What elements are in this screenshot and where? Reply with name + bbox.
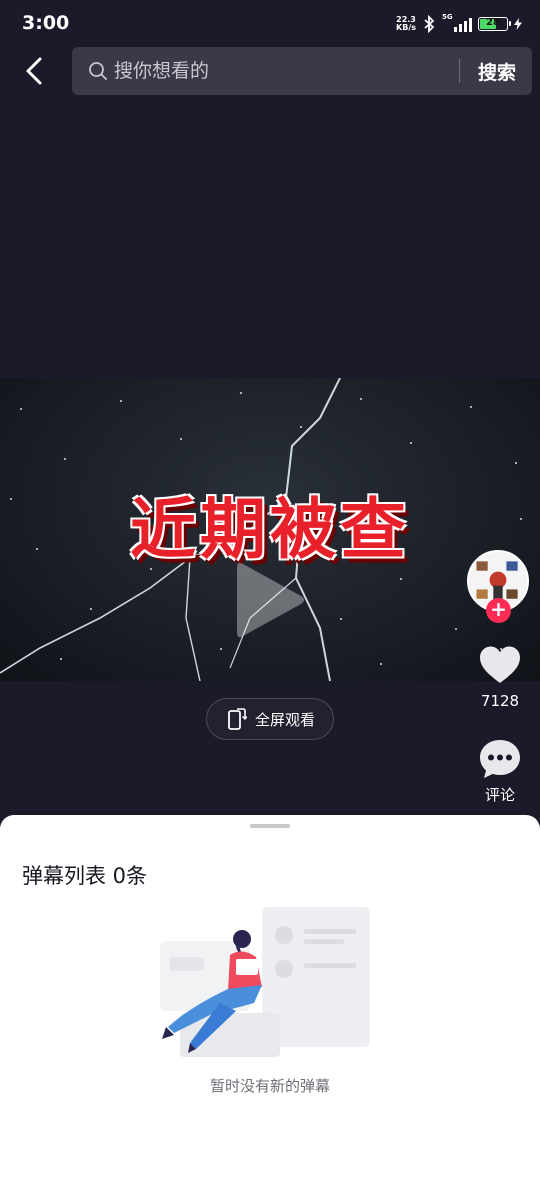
battery-icon: 28 — [478, 17, 511, 31]
search-icon — [89, 62, 107, 80]
search-button[interactable]: 搜索 — [460, 58, 532, 85]
search-input[interactable] — [114, 60, 459, 82]
comment-icon[interactable] — [478, 738, 522, 780]
fullscreen-label: 全屏观看 — [254, 710, 315, 729]
back-button[interactable] — [20, 56, 50, 86]
video-player[interactable]: 近期被查 — [0, 378, 540, 681]
status-icons: 22.3 KB/s 5G 28 — [396, 13, 522, 34]
follow-button[interactable]: + — [486, 598, 511, 623]
search-bar: 搜索 — [72, 47, 532, 95]
charging-icon — [514, 18, 522, 30]
empty-state-message: 暂时没有新的弹幕 — [209, 1077, 330, 1095]
signal-icon: 5G — [442, 13, 472, 32]
danmaku-sheet: 弹幕列表 0条 暂时没有新的弹幕 — [0, 815, 540, 1200]
like-icon[interactable] — [478, 645, 522, 685]
like-count: 7128 — [480, 692, 520, 710]
play-icon[interactable] — [233, 558, 307, 642]
bluetooth-icon — [424, 15, 435, 33]
status-bar: 3:00 22.3 KB/s 5G 28 — [0, 0, 540, 48]
danmaku-list-title: 弹幕列表 0条 — [22, 864, 148, 888]
comment-label: 评论 — [484, 786, 515, 804]
rotate-screen-icon — [228, 708, 247, 730]
empty-state-illustration — [160, 907, 370, 1057]
fullscreen-button[interactable]: 全屏观看 — [206, 698, 334, 740]
network-speed: 22.3 KB/s — [396, 15, 416, 32]
sheet-drag-handle[interactable] — [250, 824, 290, 828]
status-time: 3:00 — [22, 12, 70, 34]
